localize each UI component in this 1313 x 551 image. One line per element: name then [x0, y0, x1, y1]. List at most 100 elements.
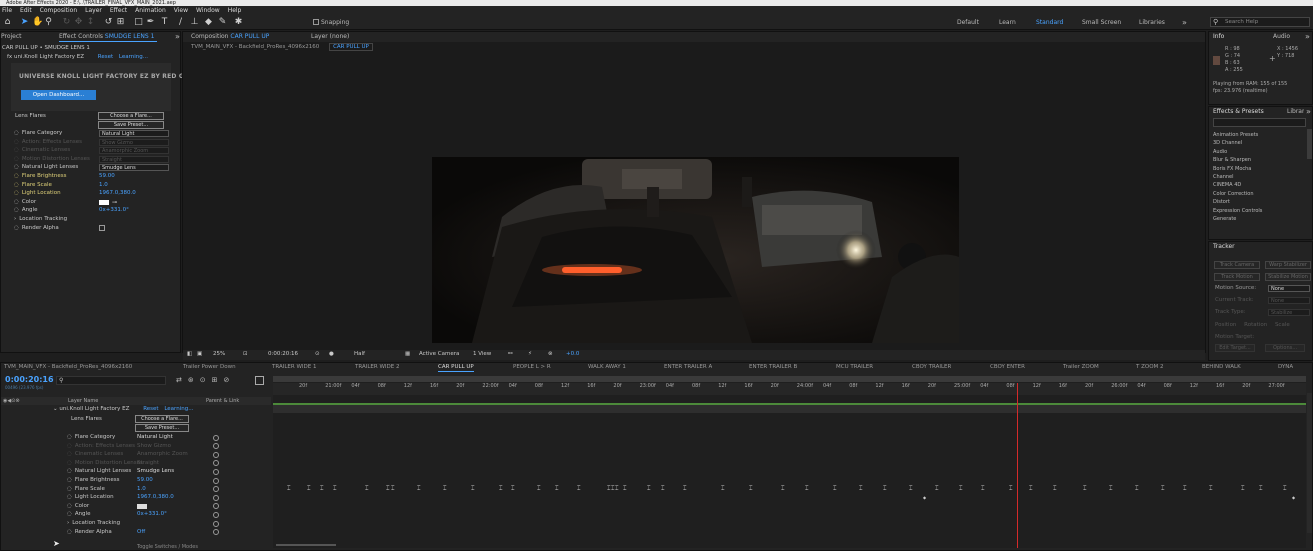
workspace-small-screen[interactable]: Small Screen [1082, 18, 1121, 27]
snapping-checkbox[interactable] [313, 19, 319, 25]
stopwatch-icon[interactable]: ◌ [67, 451, 72, 457]
roto-brush-icon[interactable]: ✎ [218, 17, 227, 27]
timeline-tab[interactable]: CAR PULL UP [438, 363, 474, 372]
work-area-bar[interactable] [273, 376, 1306, 382]
timeline-tab[interactable]: Trailer ZOOM [1063, 363, 1099, 372]
keyframe-marker[interactable]: ⌶ [471, 486, 475, 492]
menu-view[interactable]: View [174, 6, 188, 15]
keyframe-diamond[interactable]: ◆ [923, 495, 926, 501]
dolly-tool-icon[interactable]: ↕ [86, 17, 95, 27]
menu-edit[interactable]: Edit [20, 6, 32, 15]
info-overflow-icon[interactable]: » [1305, 32, 1310, 41]
keyframe-marker[interactable]: ⌶ [365, 486, 369, 492]
expression-pickwhip-icon[interactable] [213, 529, 219, 536]
pen-tool-icon[interactable]: ✒ [146, 17, 155, 27]
menu-composition[interactable]: Composition [40, 6, 77, 15]
stopwatch-icon[interactable]: ◌ [67, 494, 72, 500]
effect-category-item[interactable]: 3D Channel [1213, 139, 1242, 147]
expand-icon[interactable]: › [14, 216, 16, 222]
stopwatch-icon[interactable]: ◌ [67, 434, 72, 440]
effect-category-item[interactable]: Blur & Sharpen [1213, 156, 1251, 164]
timeline-tab[interactable]: ENTER TRAILER B [749, 363, 797, 372]
orbit-tool-icon[interactable]: ↻ [62, 17, 71, 27]
timeline-scrollbar[interactable] [1307, 393, 1312, 533]
timeline-switches[interactable]: ⇄⊛⊙⊞⊘ [176, 376, 235, 384]
keyframe-marker[interactable]: ⌶ [1241, 486, 1245, 492]
menu-file[interactable]: File [2, 6, 12, 15]
tab-libraries[interactable]: Librar [1287, 107, 1304, 116]
timeline-tab[interactable]: TRAILER WIDE 1 [272, 363, 316, 372]
fast-preview-icon[interactable]: ⚡ [528, 350, 532, 359]
tl-reset-link[interactable]: Reset [143, 406, 158, 412]
comp-timecode[interactable]: 0:00:20:16 [268, 350, 298, 359]
effect-category-item[interactable]: Channel [1213, 173, 1234, 181]
stopwatch-icon[interactable]: ◌ [67, 443, 72, 449]
zoom-slider[interactable] [276, 544, 336, 546]
stopwatch-icon[interactable]: ◌ [67, 511, 72, 517]
rotate-tool-icon[interactable]: ↺ [104, 17, 113, 27]
ec-prop-dropdown[interactable]: Anamorphic Zoom [99, 147, 169, 155]
expression-pickwhip-icon[interactable] [213, 434, 219, 441]
timeline-jump-icon[interactable]: ⊗ [548, 350, 553, 359]
tl-learning-link[interactable]: Learning... [164, 406, 193, 412]
timeline-tab[interactable]: TVM_MAIN_VFX - Backfield_ProRes_4096x216… [4, 363, 132, 372]
keyframe-marker[interactable]: ⌶ [1183, 486, 1187, 492]
resolution-dropdown[interactable]: Half [354, 350, 365, 359]
workspace-libraries[interactable]: Libraries [1139, 18, 1165, 27]
track-motion-button[interactable]: Track Motion [1214, 273, 1260, 281]
keyframe-marker[interactable]: ⌶ [577, 486, 581, 492]
comp-viewer-frame[interactable] [432, 157, 959, 343]
save-preset-button[interactable]: Save Preset... [98, 121, 164, 129]
stopwatch-icon[interactable]: ◌ [67, 477, 72, 483]
brush-tool-icon[interactable]: ∕ [176, 17, 185, 27]
expression-pickwhip-icon[interactable] [213, 494, 219, 501]
stopwatch-icon[interactable]: ◌ [14, 207, 19, 213]
expression-pickwhip-icon[interactable] [213, 460, 219, 467]
home-icon[interactable]: ⌂ [3, 17, 12, 27]
stopwatch-icon[interactable]: ◌ [67, 503, 72, 509]
keyframe-marker[interactable]: ⌶ [417, 486, 421, 492]
tl-save-preset-button[interactable]: Save Preset... [135, 424, 189, 432]
timeline-timecode[interactable]: 0:00:20:16 [5, 375, 54, 384]
keyframe-marker[interactable]: ⌶ [661, 486, 665, 492]
keyframe-marker[interactable]: ⌶ [909, 486, 913, 492]
keyframe-diamond[interactable]: ◆ [1292, 495, 1295, 501]
timeline-tab[interactable]: TRAILER WIDE 2 [355, 363, 399, 372]
expression-pickwhip-icon[interactable] [213, 511, 219, 518]
stabilize-motion-button[interactable]: Stabilize Motion [1265, 273, 1311, 281]
keyframe-marker[interactable]: ⌶ [1283, 486, 1287, 492]
keyframe-marker[interactable]: ⌶ [1161, 486, 1165, 492]
stopwatch-icon[interactable]: ◌ [67, 529, 72, 535]
effects-scrollbar[interactable] [1307, 129, 1312, 159]
keyframe-marker[interactable]: ⌶ [320, 486, 324, 492]
exposure-value[interactable]: +0.0 [566, 350, 579, 359]
puppet-pin-icon[interactable]: ✱ [234, 17, 243, 27]
comp-breadcrumb-parent[interactable]: TVM_MAIN_VFX - Backfield_ProRes_4096x216… [191, 44, 319, 50]
keyframe-marker[interactable]: ⌶ [615, 486, 619, 492]
keyframe-marker[interactable]: ⌶ [623, 486, 627, 492]
expression-pickwhip-icon[interactable] [213, 443, 219, 450]
ec-prop-value[interactable]: 1967.0,380.0 [99, 189, 136, 198]
expression-pickwhip-icon[interactable] [213, 520, 219, 527]
camera-dropdown[interactable]: Active Camera [419, 350, 459, 359]
keyframe-marker[interactable]: ⌶ [1259, 486, 1263, 492]
zoom-dropdown[interactable]: 25% [213, 350, 225, 359]
region-of-interest-icon[interactable]: ▣ [197, 350, 202, 359]
menu-layer[interactable]: Layer [85, 6, 102, 15]
stopwatch-icon[interactable]: ◌ [14, 225, 19, 231]
effect-category-item[interactable]: Color Correction [1213, 190, 1254, 198]
stopwatch-icon[interactable]: ◌ [67, 460, 72, 466]
keyframe-marker[interactable]: ⌶ [537, 486, 541, 492]
current-track-dropdown[interactable]: None [1268, 297, 1310, 304]
timeline-tab[interactable]: Trailer Power Down [183, 363, 236, 372]
timeline-tab[interactable]: CBOY ENTER [990, 363, 1025, 372]
keyframe-marker[interactable]: ⌶ [443, 486, 447, 492]
stopwatch-icon[interactable]: ◌ [14, 147, 19, 153]
eyedropper-icon[interactable]: ⊸ [112, 199, 117, 206]
ec-prop-dropdown[interactable]: Show Gizmo [99, 138, 169, 146]
menu-window[interactable]: Window [196, 6, 220, 15]
pan-tool-icon[interactable]: ✥ [74, 17, 83, 27]
timeline-tab[interactable]: PEOPLE L > R [513, 363, 551, 372]
keyframe-marker[interactable]: ⌶ [1053, 486, 1057, 492]
stopwatch-icon[interactable]: ◌ [14, 139, 19, 145]
